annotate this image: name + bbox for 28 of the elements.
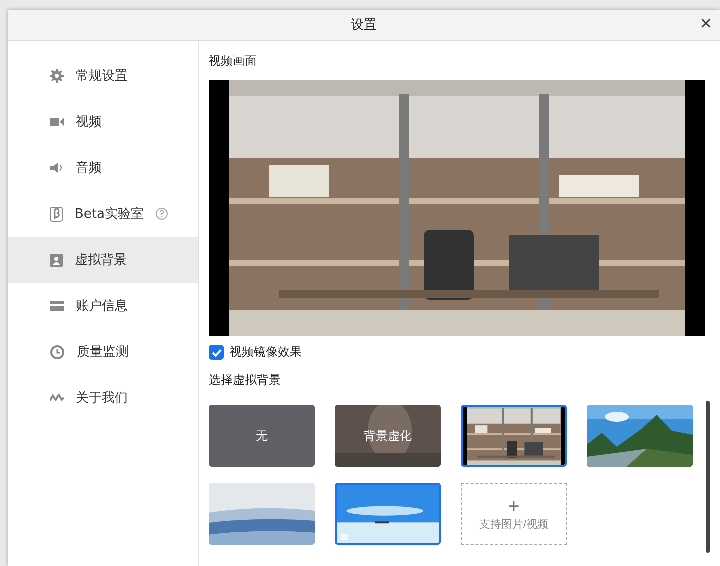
mirror-checkbox[interactable] (209, 345, 224, 360)
sidebar-item[interactable]: 关于我们 (8, 375, 198, 421)
gear-icon (50, 69, 64, 83)
sidebar-item[interactable]: 虚拟背景 (8, 237, 198, 283)
checkbox-label: 视频镜像效果 (230, 344, 302, 361)
section-title: 视频画面 (209, 53, 258, 70)
sidebar-item[interactable]: 质量监测 (8, 329, 198, 375)
check-icon (212, 348, 222, 356)
help-icon[interactable] (156, 208, 168, 220)
sidebar-item[interactable]: 常规设置 (8, 53, 198, 99)
none-option[interactable]: 无 (209, 405, 315, 467)
card-icon (50, 301, 64, 311)
wave-icon (50, 394, 64, 402)
camera-icon (50, 117, 64, 127)
sidebar-item[interactable]: 视频 (8, 99, 198, 145)
plus-icon: + (508, 496, 520, 516)
add-background-button[interactable]: + 支持图片/视频 (461, 483, 567, 545)
sidebar-item[interactable]: 账户信息 (8, 283, 198, 329)
speaker-icon (50, 163, 64, 173)
close-button[interactable]: × (696, 13, 716, 35)
blur-option[interactable]: 背景虚化 (335, 405, 441, 467)
beta-icon (50, 206, 63, 222)
scrollbar[interactable] (706, 401, 710, 553)
sidebar-item[interactable]: 音频 (8, 145, 198, 191)
section-title: 选择虚拟背景 (209, 373, 281, 387)
window-title: 设置 (351, 17, 377, 34)
person-icon (50, 254, 63, 266)
sidebar-item[interactable]: Beta实验室 (8, 191, 198, 237)
